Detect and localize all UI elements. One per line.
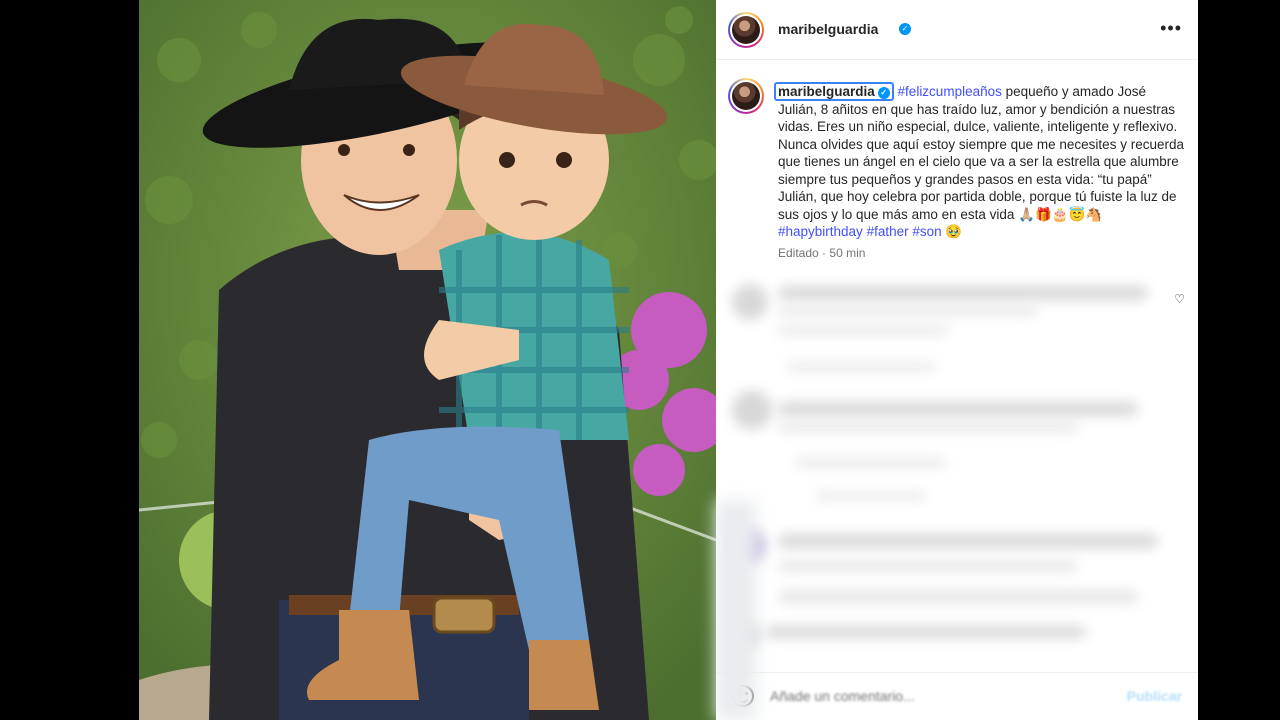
comment-text-blur [778, 402, 1138, 416]
avatar-photo [732, 82, 760, 110]
comment-avatar[interactable] [732, 390, 772, 430]
hashtag-link[interactable]: #son [912, 224, 941, 239]
comment-composer: Publicar [716, 672, 1198, 720]
hashtag-link[interactable]: #hapybirthday [778, 224, 863, 239]
hashtag-link[interactable]: #father [867, 224, 909, 239]
view-replies-blur[interactable] [786, 363, 936, 371]
author-avatar[interactable] [728, 12, 764, 48]
verified-badge-icon: ✓ [899, 23, 911, 35]
caption-message: pequeño y amado José Julián, 8 añitos en… [778, 84, 1184, 222]
comment-input[interactable] [770, 685, 1110, 707]
meta-separator: · [822, 245, 827, 260]
caption-username-label: maribelguardia [778, 84, 875, 99]
instagram-post-modal: maribelguardia ✓ ••• maribelguardia ✓ #fe… [0, 0, 1280, 720]
post-header: maribelguardia ✓ ••• [716, 0, 1198, 60]
more-options-icon[interactable]: ••• [1160, 19, 1182, 37]
comment-text-blur [766, 626, 1086, 638]
cartoon-illustration [139, 0, 716, 720]
comment-meta-blur [778, 326, 948, 335]
hashtag-link[interactable]: #felizcumpleaños [898, 84, 1002, 99]
caption-text: maribelguardia ✓ #felizcumpleaños pequeño… [774, 82, 1188, 263]
publish-button[interactable]: Publicar [1127, 688, 1182, 704]
caption-meta: Editado · 50 min [778, 245, 1188, 263]
edited-label: Editado [778, 245, 819, 260]
view-replies-blur[interactable] [816, 492, 926, 500]
comment-text-blur [778, 306, 1038, 316]
verified-badge-icon: ✓ [877, 87, 890, 99]
author-username[interactable]: maribelguardia [778, 21, 878, 37]
comment-text-blur [778, 286, 1148, 300]
blur-overlay [716, 500, 756, 720]
like-comment-icon[interactable]: ♡ [1174, 292, 1185, 306]
comment-avatar[interactable] [732, 284, 768, 320]
caption-avatar[interactable] [728, 78, 764, 114]
post-side-panel: maribelguardia ✓ ••• maribelguardia ✓ #fe… [716, 0, 1198, 720]
caption-trailing-emoji: 🥹 [945, 224, 963, 239]
comment-text-blur [778, 534, 1158, 548]
comment-meta-blur [796, 458, 946, 467]
avatar-photo [732, 16, 760, 44]
comment-text-blur [778, 422, 1078, 432]
time-ago[interactable]: 50 min [829, 246, 865, 260]
comments-list: ♡ [716, 270, 1198, 670]
caption-username[interactable]: maribelguardia ✓ [774, 82, 894, 101]
comment-meta-blur [778, 590, 1138, 604]
caption-emojis: 🙏🏼🎁🎂😇🐴 [1018, 206, 1103, 222]
post-image[interactable] [139, 0, 716, 720]
comment-text-blur [778, 560, 1078, 572]
